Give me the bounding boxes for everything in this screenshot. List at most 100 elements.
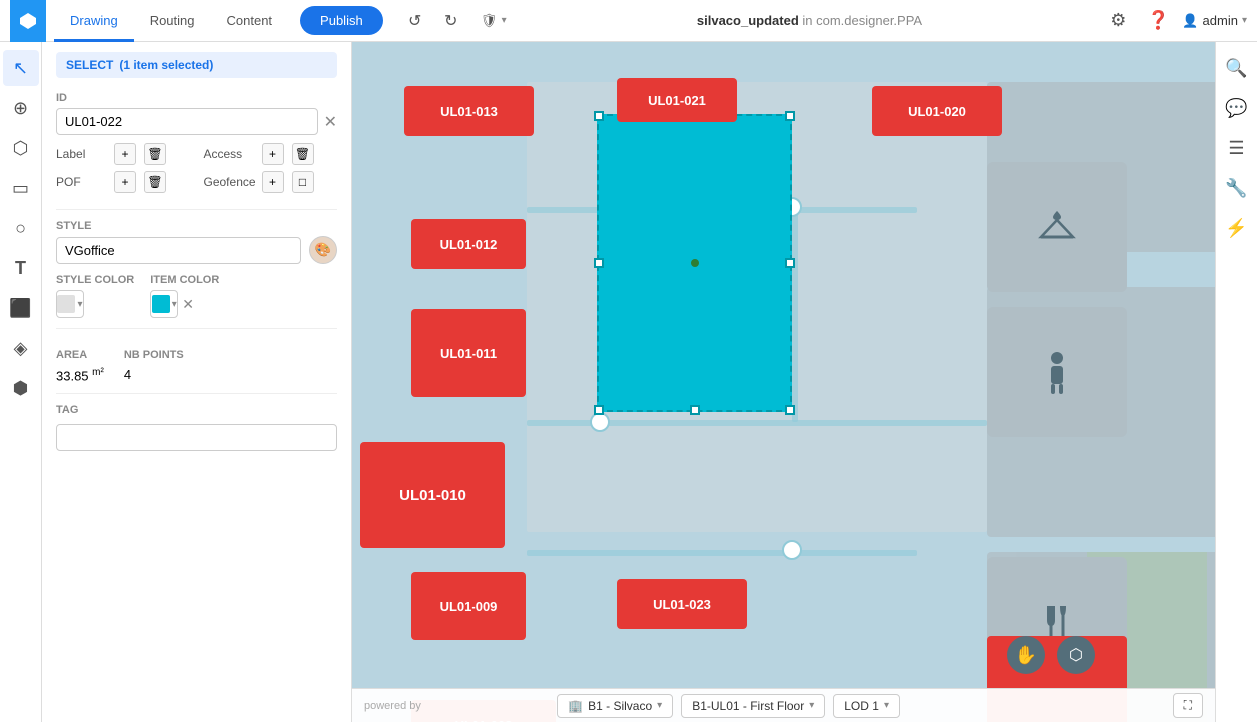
room-icon-person bbox=[987, 307, 1127, 437]
select-label: SELECT bbox=[66, 58, 113, 72]
room-label-ul01-010[interactable]: UL01-010 bbox=[360, 442, 505, 548]
tag-label: TAG bbox=[56, 404, 337, 416]
right-list-btn[interactable]: ☰ bbox=[1219, 130, 1255, 166]
help-button[interactable]: ❓ bbox=[1142, 5, 1174, 37]
selection-bar: SELECT (1 item selected) bbox=[56, 52, 337, 78]
access-label: Access bbox=[204, 147, 254, 161]
fullscreen-btn[interactable]: ⛶ bbox=[1173, 693, 1203, 718]
topbar: Drawing Routing Content Publish ↺ ↻ 🛡 ▾ … bbox=[0, 0, 1257, 42]
rectangle-tool[interactable]: ▭ bbox=[3, 170, 39, 206]
label-add-btn[interactable]: + bbox=[114, 143, 136, 165]
area-value: 33.85 m² bbox=[56, 367, 104, 383]
room-icon-hanger bbox=[987, 162, 1127, 292]
style-color-swatch[interactable]: ▾ bbox=[56, 290, 84, 318]
circle-tool[interactable]: ○ bbox=[3, 210, 39, 246]
nb-points-label: NB POINTS bbox=[124, 349, 184, 361]
tab-drawing[interactable]: Drawing bbox=[54, 0, 134, 42]
lod-selector[interactable]: LOD 1 ▾ bbox=[833, 694, 900, 718]
id-clear-button[interactable]: ✕ bbox=[324, 112, 337, 132]
shield-button[interactable]: 🛡 ▾ bbox=[471, 8, 517, 34]
connector-h3 bbox=[527, 550, 917, 556]
room-label-ul01-020[interactable]: UL01-020 bbox=[872, 86, 1002, 136]
location-tool[interactable]: ⊕ bbox=[3, 90, 39, 126]
select-count: (1 item selected) bbox=[119, 58, 213, 72]
tag-input[interactable] bbox=[56, 424, 337, 451]
item-color-clear[interactable]: ✕ bbox=[182, 296, 194, 313]
powered-by: powered by bbox=[364, 700, 421, 712]
room-label-ul01-011[interactable]: UL01-011 bbox=[411, 309, 526, 397]
building-selector[interactable]: 🏢 B1 - Silvaco ▾ bbox=[557, 694, 673, 718]
settings-button[interactable]: ⚙ bbox=[1102, 5, 1134, 37]
id-input[interactable] bbox=[56, 108, 318, 135]
geofence-add-btn[interactable]: + bbox=[262, 171, 284, 193]
style-palette-btn[interactable]: 🎨 bbox=[309, 236, 337, 264]
handle-bl[interactable] bbox=[594, 405, 604, 415]
text-tool[interactable]: T bbox=[3, 250, 39, 286]
geofence-row: Geofence + □ bbox=[204, 171, 338, 193]
action-btn-2[interactable]: ⬡ bbox=[1057, 636, 1095, 674]
access-del-btn[interactable]: 🗑 bbox=[292, 143, 314, 165]
right-search-btn[interactable]: 🔍 bbox=[1219, 50, 1255, 86]
tag-tool[interactable]: ⬢ bbox=[3, 370, 39, 406]
center-dot bbox=[691, 259, 699, 267]
map-tool[interactable]: ◈ bbox=[3, 330, 39, 366]
room-label-ul01-023[interactable]: UL01-023 bbox=[617, 579, 747, 629]
style-color-label: STYLE COLOR bbox=[56, 274, 134, 286]
handle-tr[interactable] bbox=[785, 111, 795, 121]
building-caret: ▾ bbox=[657, 700, 662, 711]
building-label: B1 - Silvaco bbox=[588, 699, 652, 713]
label-row: Label + 🗑 bbox=[56, 143, 190, 165]
room-label-ul01-012[interactable]: UL01-012 bbox=[411, 219, 526, 269]
bottom-bar: powered by 🏢 B1 - Silvaco ▾ B1-UL01 - Fi… bbox=[352, 688, 1215, 722]
tab-routing[interactable]: Routing bbox=[134, 0, 211, 42]
connector-v1 bbox=[792, 207, 798, 422]
redo-button[interactable]: ↻ bbox=[435, 5, 467, 37]
handle-br[interactable] bbox=[785, 405, 795, 415]
handle-mr[interactable] bbox=[785, 258, 795, 268]
style-label: STYLE bbox=[56, 220, 337, 232]
id-label: ID bbox=[56, 92, 337, 104]
right-lightning-btn[interactable]: ⚡ bbox=[1219, 210, 1255, 246]
user-caret: ▾ bbox=[1242, 15, 1247, 26]
right-sidebar: 🔍 💬 ☰ 🔧 ⚡ bbox=[1215, 42, 1257, 722]
handle-ml[interactable] bbox=[594, 258, 604, 268]
undo-button[interactable]: ↺ bbox=[399, 5, 431, 37]
style-select[interactable]: VGoffice bbox=[56, 237, 301, 264]
pof-row: POF + 🗑 bbox=[56, 171, 190, 193]
node-3 bbox=[782, 540, 802, 560]
handle-bm[interactable] bbox=[690, 405, 700, 415]
tab-content[interactable]: Content bbox=[211, 0, 289, 42]
item-color-label: ITEM COLOR bbox=[150, 274, 219, 286]
layers-tool[interactable]: ⬛ bbox=[3, 290, 39, 326]
pof-del-btn[interactable]: 🗑 bbox=[144, 171, 166, 193]
cursor-tool[interactable]: ↖ bbox=[3, 50, 39, 86]
right-tools-btn[interactable]: 🔧 bbox=[1219, 170, 1255, 206]
action-btn-1[interactable]: ✋ bbox=[1007, 636, 1045, 674]
label-del-btn[interactable]: 🗑 bbox=[144, 143, 166, 165]
canvas-area[interactable]: UL01-013 UL01-021 UL01-020 UL01-012 UL01… bbox=[352, 42, 1215, 722]
lod-caret: ▾ bbox=[884, 700, 889, 711]
floor-selector[interactable]: B1-UL01 - First Floor ▾ bbox=[681, 694, 825, 718]
floor-label: B1-UL01 - First Floor bbox=[692, 699, 804, 713]
room-label-ul01-009[interactable]: UL01-009 bbox=[411, 572, 526, 640]
app-logo bbox=[10, 0, 46, 42]
access-add-btn[interactable]: + bbox=[262, 143, 284, 165]
right-comment-btn[interactable]: 💬 bbox=[1219, 90, 1255, 126]
item-color-swatch[interactable]: ▾ bbox=[150, 290, 178, 318]
left-toolbar: ↖ ⊕ ⬡ ▭ ○ T ⬛ ◈ ⬢ bbox=[0, 42, 42, 722]
user-button[interactable]: 👤 admin ▾ bbox=[1182, 13, 1247, 29]
label-field-label: Label bbox=[56, 147, 106, 161]
selected-room[interactable] bbox=[597, 114, 792, 412]
handle-tl[interactable] bbox=[594, 111, 604, 121]
room-label-ul01-013[interactable]: UL01-013 bbox=[404, 86, 534, 136]
building-icon: 🏢 bbox=[568, 699, 583, 713]
room-label-ul01-021[interactable]: UL01-021 bbox=[617, 78, 737, 122]
publish-button[interactable]: Publish bbox=[300, 6, 383, 35]
pof-add-btn[interactable]: + bbox=[114, 171, 136, 193]
polygon-tool[interactable]: ⬡ bbox=[3, 130, 39, 166]
username: admin bbox=[1203, 13, 1238, 28]
properties-panel: SELECT (1 item selected) ID ✕ Label + 🗑 … bbox=[42, 42, 352, 722]
area-label: AREA bbox=[56, 349, 104, 361]
shield-icon: 🛡 bbox=[481, 13, 498, 29]
geofence-checkbox[interactable]: □ bbox=[292, 171, 314, 193]
